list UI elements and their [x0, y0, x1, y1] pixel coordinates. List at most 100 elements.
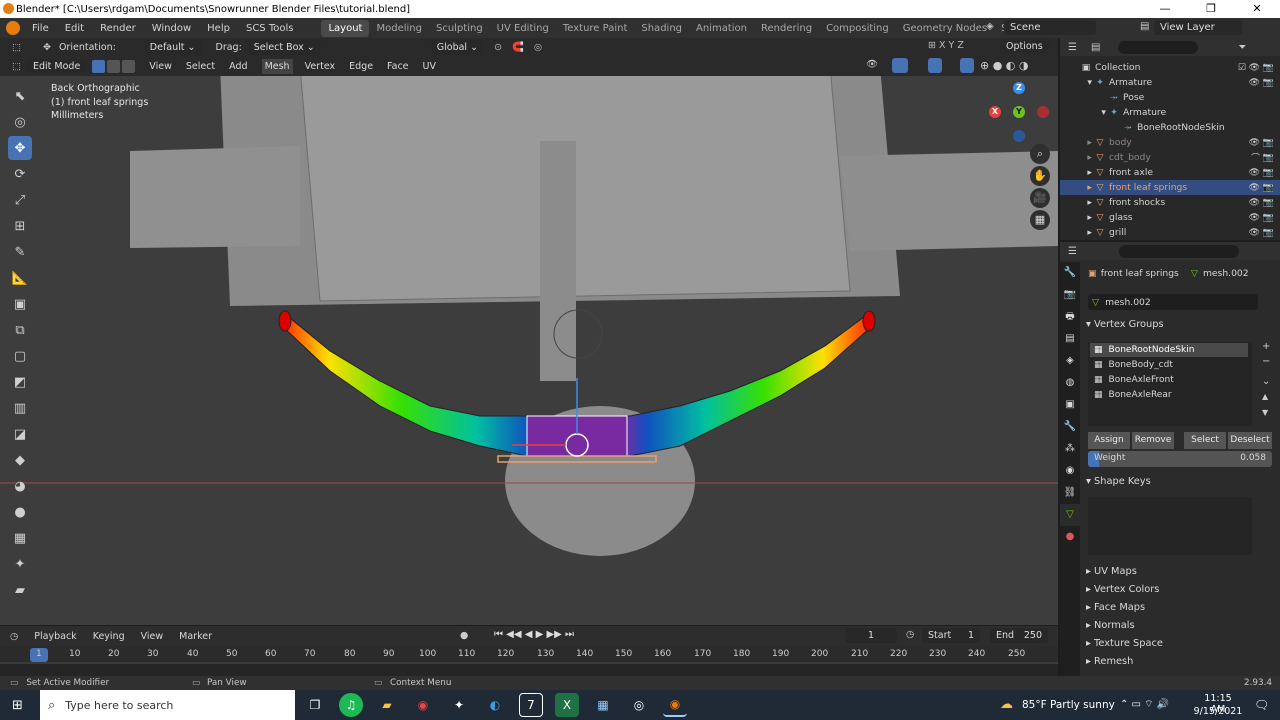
weight-slider[interactable]: Weight 0.058 [1088, 451, 1272, 467]
zoom-icon[interactable]: ⌕ [1030, 144, 1050, 164]
menu-edit[interactable]: Edit [57, 23, 92, 34]
render-icon[interactable]: 📷 [1263, 78, 1274, 88]
shrink-tool-icon[interactable]: ✦ [8, 552, 32, 576]
poly-build-tool-icon[interactable]: ◆ [8, 448, 32, 472]
material-tab-icon[interactable]: ● [1060, 526, 1080, 548]
knife-tool-icon[interactable]: ◪ [8, 422, 32, 446]
rotate-tool-icon[interactable]: ⟳ [8, 162, 32, 186]
output-tab-icon[interactable]: 🖶 [1060, 306, 1080, 328]
face-select-icon[interactable] [122, 59, 136, 73]
gizmo-x[interactable]: X [989, 106, 1001, 118]
current-frame-field[interactable]: 1 [845, 628, 897, 643]
eye-icon[interactable]: 👁 [1249, 168, 1260, 178]
tab-geometry-nodes[interactable]: Geometry Nodes [896, 20, 994, 37]
tab-shading[interactable]: Shading [634, 20, 689, 37]
xray-toggle-icon[interactable] [960, 58, 974, 73]
editor-type-icon[interactable]: ⬚ [12, 61, 21, 72]
tab-sculpting[interactable]: Sculpting [429, 20, 490, 37]
render-icon[interactable]: 📷 [1263, 138, 1274, 148]
particles-tab-icon[interactable]: ⁂ [1060, 438, 1080, 460]
menu-view[interactable]: View [149, 61, 172, 72]
vertex-colors-panel-header[interactable]: ▸ Vertex Colors [1086, 584, 1159, 595]
excel-icon[interactable]: X [555, 693, 579, 717]
measure-tool-icon[interactable]: 📐 [8, 266, 32, 290]
expand-icon[interactable]: ▾ [1060, 77, 1094, 88]
outliner-row[interactable]: ▸ ▽ grill 👁 📷 [1060, 225, 1280, 240]
menu-marker[interactable]: Marker [179, 631, 212, 642]
ortho-grid-icon[interactable]: ▦ [1030, 210, 1050, 230]
render-icon[interactable]: 📷 [1263, 168, 1274, 178]
menu-help[interactable]: Help [199, 23, 238, 34]
uv-maps-panel-header[interactable]: ▸ UV Maps [1086, 566, 1137, 577]
pivot-icon[interactable]: ⊙ [494, 42, 502, 53]
vertex-group-item[interactable]: ▦ BoneAxleRear [1090, 388, 1248, 402]
menu-mesh[interactable]: Mesh [261, 58, 293, 74]
select-button[interactable]: Select [1184, 432, 1226, 449]
eye-icon[interactable]: ⌒ [1251, 151, 1260, 164]
spotify-icon[interactable]: ♫ [339, 693, 363, 717]
expand-icon[interactable]: ▸ [1060, 167, 1094, 178]
menu-face[interactable]: Face [387, 61, 408, 72]
orientation-dropdown[interactable]: Default ⌄ [143, 39, 202, 55]
outliner-search-input[interactable] [1118, 40, 1199, 54]
expand-icon[interactable]: ▸ [1060, 212, 1094, 223]
loop-cut-tool-icon[interactable]: ▥ [8, 396, 32, 420]
menu-add[interactable]: Add [229, 61, 247, 72]
move-up-icon[interactable]: ▲ [1262, 392, 1268, 401]
timeline-editor-icon[interactable]: ◷ [10, 631, 18, 642]
outliner-row[interactable]: ▸ ▽ body 👁 📷 [1060, 135, 1280, 150]
scene-tab-icon[interactable]: ◈ [1060, 350, 1080, 372]
timeline-ruler[interactable]: 1 10 20 30 40 50 60 70 80 90 100 110 120… [0, 646, 1058, 664]
transform-tool-icon[interactable]: ⊞ [8, 214, 32, 238]
file-explorer-icon[interactable]: ▰ [375, 693, 399, 717]
expand-icon[interactable]: ▸ [1060, 152, 1094, 163]
modifier-tab-icon[interactable]: 🔧 [1060, 416, 1080, 438]
scene-selector[interactable]: Scene [1004, 20, 1096, 35]
edge-slide-tool-icon[interactable]: ▦ [8, 526, 32, 550]
vertex-group-item[interactable]: ▦ BoneRootNodeSkin [1090, 343, 1248, 357]
scale-tool-icon[interactable]: ⤢ [8, 188, 32, 212]
outliner-row[interactable]: ▸ ▽ front axle 👁 📷 [1060, 165, 1280, 180]
tab-compositing[interactable]: Compositing [819, 20, 896, 37]
outliner-row[interactable]: ▸ ▽ glass 👁 📷 [1060, 210, 1280, 225]
move-tool-button[interactable]: ✥ [8, 136, 32, 160]
taskbar-search-box[interactable]: ⌕ Type here to search [40, 690, 295, 720]
chrome-icon[interactable]: ◉ [411, 693, 435, 717]
app-icon[interactable]: ✦ [447, 693, 471, 717]
eye-icon[interactable]: 👁 [1249, 63, 1260, 73]
tab-modeling[interactable]: Modeling [369, 20, 429, 37]
annotate-tool-icon[interactable]: ✎ [8, 240, 32, 264]
select-tool-icon[interactable]: ⬉ [8, 84, 32, 108]
pan-hand-icon[interactable]: ✋ [1030, 166, 1050, 186]
expand-icon[interactable]: ▸ [1060, 227, 1094, 238]
eye-icon[interactable]: 👁 [1249, 78, 1260, 88]
menu-file[interactable]: File [24, 23, 57, 34]
end-frame-field[interactable]: End 250 [990, 628, 1048, 643]
mirror-axis-icons[interactable]: ⊞ X Y Z [928, 40, 964, 51]
timeline-scrollbar[interactable] [0, 662, 1058, 664]
outliner-row[interactable]: ⤞ Pose [1060, 90, 1280, 105]
shading-mode-icons[interactable]: ⊕ ● ◐ ◑ [980, 59, 1029, 72]
render-icon[interactable]: 📷 [1263, 228, 1274, 238]
transform-orientation-dropdown[interactable]: Global ⌄ [430, 39, 485, 55]
expand-icon[interactable]: ▸ [1060, 182, 1094, 193]
playback-controls[interactable]: ⏮ ◀◀ ◀ ▶ ▶▶ ⏭ [494, 629, 574, 640]
outliner-editor-icon[interactable]: ☰ [1068, 42, 1077, 53]
snap-icon[interactable]: 🧲 [512, 42, 524, 53]
gizmo-neg-z[interactable] [1013, 130, 1025, 142]
options-dropdown[interactable]: Options [1000, 39, 1049, 54]
menu-window[interactable]: Window [144, 23, 199, 34]
remove-button[interactable]: Remove [1132, 432, 1174, 449]
navigation-gizmo[interactable]: Z Y X [985, 82, 1049, 142]
eye-icon[interactable]: 👁 [1249, 213, 1260, 223]
menu-vertex[interactable]: Vertex [305, 61, 336, 72]
eye-icon[interactable]: 👁 [1249, 138, 1260, 148]
app-7-icon[interactable]: 7 [519, 693, 543, 717]
filter-icon[interactable]: ⏷ [1238, 42, 1246, 53]
menu-keying[interactable]: Keying [93, 631, 125, 642]
edge-icon[interactable]: ◐ [483, 693, 507, 717]
gizmo-y[interactable]: Y [1013, 106, 1025, 118]
tab-rendering[interactable]: Rendering [754, 20, 819, 37]
drag-dropdown[interactable]: Select Box ⌄ [247, 39, 321, 55]
spin-tool-icon[interactable]: ◕ [8, 474, 32, 498]
